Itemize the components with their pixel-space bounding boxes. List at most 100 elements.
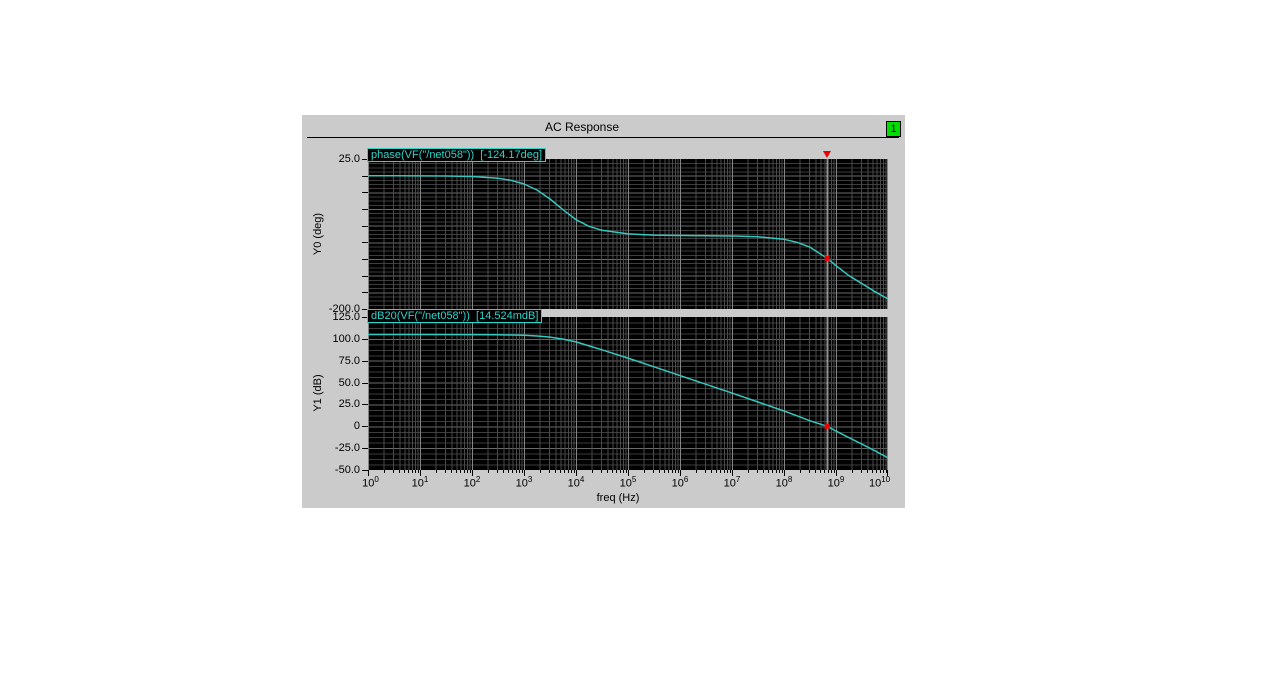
- x-tick-minor: [392, 470, 394, 473]
- x-tick-label-exponent: 7: [735, 475, 741, 484]
- y-tick-mark: [362, 448, 368, 450]
- x-tick-label-base: 10: [775, 477, 788, 490]
- x-tick-minor: [729, 470, 731, 473]
- y0-axis-title: Y0 (deg): [312, 212, 324, 256]
- x-tick-minor: [466, 470, 468, 473]
- marker-point[interactable]: [824, 423, 830, 429]
- x-tick-minor: [726, 470, 728, 473]
- x-tick-label: 108: [776, 475, 793, 490]
- x-tick-minor: [872, 470, 874, 473]
- x-tick-minor: [664, 470, 666, 473]
- x-tick-minor: [671, 470, 673, 473]
- x-tick-label: 106: [672, 475, 689, 490]
- x-tick-label-exponent: 6: [683, 475, 689, 484]
- y-tick-mark: [362, 225, 368, 227]
- x-tick-minor: [460, 470, 462, 473]
- x-tick-minor: [521, 470, 523, 473]
- x-tick-minor: [778, 470, 780, 473]
- x-tick-minor: [815, 470, 817, 473]
- x-tick-minor: [723, 470, 725, 473]
- window-title: AC Response: [544, 120, 620, 134]
- x-tick-minor: [716, 470, 718, 473]
- x-tick-minor: [607, 470, 609, 473]
- x-tick-label: 103: [516, 475, 533, 490]
- x-tick-minor: [879, 470, 881, 473]
- waveform-window: AC Response 1 Y0 (deg) Y1 (dB) phase(VF(…: [302, 115, 905, 508]
- x-tick-label: 1010: [869, 475, 890, 490]
- x-axis-title: freq (Hz): [596, 492, 640, 504]
- x-tick-label: 104: [568, 475, 585, 490]
- x-tick-minor: [775, 470, 777, 473]
- x-tick-minor: [600, 470, 602, 473]
- x-tick-minor: [612, 470, 614, 473]
- y-tick-mark: [362, 426, 368, 428]
- x-tick-label-exponent: 9: [839, 475, 845, 484]
- x-tick-minor: [444, 470, 446, 473]
- subwindow-number-badge[interactable]: 1: [886, 121, 901, 137]
- marker-point[interactable]: [824, 255, 830, 261]
- x-tick-minor: [652, 470, 654, 473]
- x-tick-minor: [496, 470, 498, 473]
- marker-triangle-icon[interactable]: [823, 151, 832, 158]
- x-tick-label-base: 10: [868, 477, 882, 490]
- x-tick-minor: [383, 470, 385, 473]
- x-tick-minor: [408, 470, 410, 473]
- y-tick-label: 50.0: [338, 376, 360, 389]
- x-tick-label-base: 10: [619, 477, 632, 490]
- x-tick-minor: [643, 470, 645, 473]
- x-tick-minor: [512, 470, 514, 473]
- x-tick-label: 105: [620, 475, 637, 490]
- x-tick-minor: [404, 470, 406, 473]
- y-tick-label: 25.0: [338, 153, 360, 165]
- x-tick-minor: [704, 470, 706, 473]
- x-tick-label-exponent: 3: [527, 475, 533, 484]
- x-tick-minor: [747, 470, 749, 473]
- x-tick-minor: [573, 470, 575, 473]
- x-tick-minor: [668, 470, 670, 473]
- x-tick-minor: [851, 470, 853, 473]
- x-tick-minor: [555, 470, 557, 473]
- phase-plot-area[interactable]: [368, 159, 888, 309]
- y-tick-mark: [362, 242, 368, 244]
- x-tick-label-exponent: 8: [787, 475, 793, 484]
- y-tick-mark: [362, 259, 368, 260]
- x-tick-label: 107: [724, 475, 741, 490]
- y-tick-mark: [362, 192, 368, 194]
- x-tick-minor: [781, 470, 783, 473]
- x-tick-minor: [539, 470, 541, 473]
- y-tick-label: 75.0: [338, 354, 360, 367]
- x-tick-minor: [820, 470, 822, 473]
- x-tick-minor: [625, 470, 627, 473]
- x-tick-minor: [677, 470, 679, 473]
- y-tick-mark: [362, 275, 368, 277]
- x-tick-minor: [417, 470, 419, 473]
- x-tick-minor: [772, 470, 774, 473]
- x-tick-minor: [469, 470, 471, 473]
- x-tick-minor: [567, 470, 569, 473]
- x-tick-minor: [560, 470, 562, 473]
- x-tick-minor: [463, 470, 465, 473]
- x-tick-minor: [564, 470, 566, 473]
- x-tick-minor: [435, 470, 437, 473]
- y-tick-mark: [362, 175, 368, 177]
- phase-trace-label[interactable]: phase(VF("/net058")) [-124.17deg]: [367, 148, 547, 162]
- x-tick-minor: [414, 470, 416, 473]
- x-tick-label: 109: [828, 475, 845, 490]
- x-tick-minor: [720, 470, 722, 473]
- x-tick-minor: [503, 470, 505, 473]
- gain-plot-area[interactable]: [368, 317, 888, 470]
- x-tick-label-base: 10: [567, 477, 580, 490]
- y-tick-label: 25.0: [338, 398, 360, 411]
- x-tick-label-base: 10: [671, 477, 684, 490]
- x-tick-label-base: 10: [515, 477, 528, 490]
- x-tick-minor: [487, 470, 489, 473]
- x-tick-label: 101: [412, 475, 429, 490]
- x-tick-minor: [711, 470, 713, 473]
- x-tick-minor: [867, 470, 869, 473]
- x-tick-minor: [674, 470, 676, 473]
- x-tick-minor: [763, 470, 765, 473]
- y-tick-mark: [362, 404, 368, 406]
- x-tick-minor: [622, 470, 624, 473]
- gain-trace-label[interactable]: dB20(VF("/net058")) [14.524mdB]: [367, 309, 543, 323]
- x-tick-label-exponent: 0: [374, 475, 379, 484]
